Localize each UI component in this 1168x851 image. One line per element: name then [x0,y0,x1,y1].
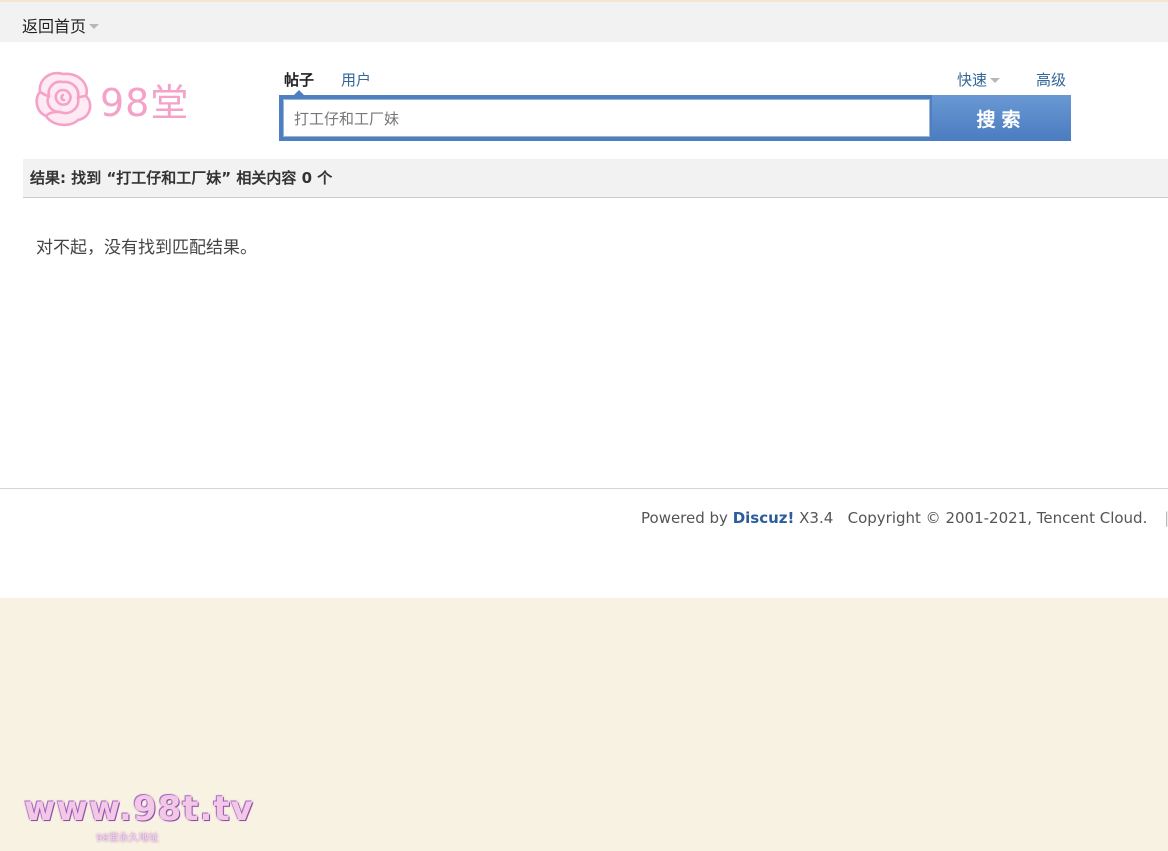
top-bar: 返回首页 [0,0,1168,42]
search-button[interactable]: 搜索 [932,95,1071,141]
quick-search-label: 快速 [957,71,988,89]
search-input[interactable] [283,99,930,137]
chevron-down-icon [990,78,1001,83]
result-query: “打工仔和工厂妹” [106,169,232,187]
result-count: 0 [301,169,313,187]
tab-users[interactable]: 用户 [341,69,371,90]
rose-icon [35,71,92,127]
site-logo[interactable]: 98堂 [30,68,190,130]
footer-separator: | [1164,509,1168,527]
footer-copyright: Copyright © 2001-2021, Tencent Cloud. [847,509,1148,527]
result-suffix: 个 [312,169,333,187]
result-middle: 相关内容 [231,169,302,187]
result-prefix: 结果: 找到 [30,169,107,187]
discuz-link[interactable]: Discuz! [733,509,795,527]
result-summary: 结果: 找到 “打工仔和工厂妹” 相关内容 0 个 [23,159,1168,198]
caret-down-icon [89,23,100,29]
footer-version: X3.4 [794,509,834,527]
advanced-search-link[interactable]: 高级 [1036,69,1066,90]
search-box: 搜索 [279,95,1071,141]
tab-posts[interactable]: 帖子 [284,69,314,90]
watermark-subtext: 98堂永久地址 [96,833,159,844]
footer-divider [0,488,1168,489]
logo-text: 98堂 [100,80,190,125]
empty-message: 对不起，没有找到匹配结果。 [36,238,257,258]
home-link-label: 返回首页 [22,17,87,36]
quick-search-dropdown[interactable]: 快速 [957,69,1001,90]
home-link[interactable]: 返回首页 [22,13,100,37]
footer-powered-by: Powered by [641,509,733,527]
footer: Powered by Discuz! X3.4 Copyright © 2001… [641,509,1168,527]
watermark-text: www.98t.tv [24,789,254,829]
page-content: 返回首页 98堂 帖子 用户 快速 高级 搜索 结果: 找到 “打工仔和工 [0,0,1168,598]
site-watermark: www.98t.tv 98堂永久地址 [24,789,254,845]
